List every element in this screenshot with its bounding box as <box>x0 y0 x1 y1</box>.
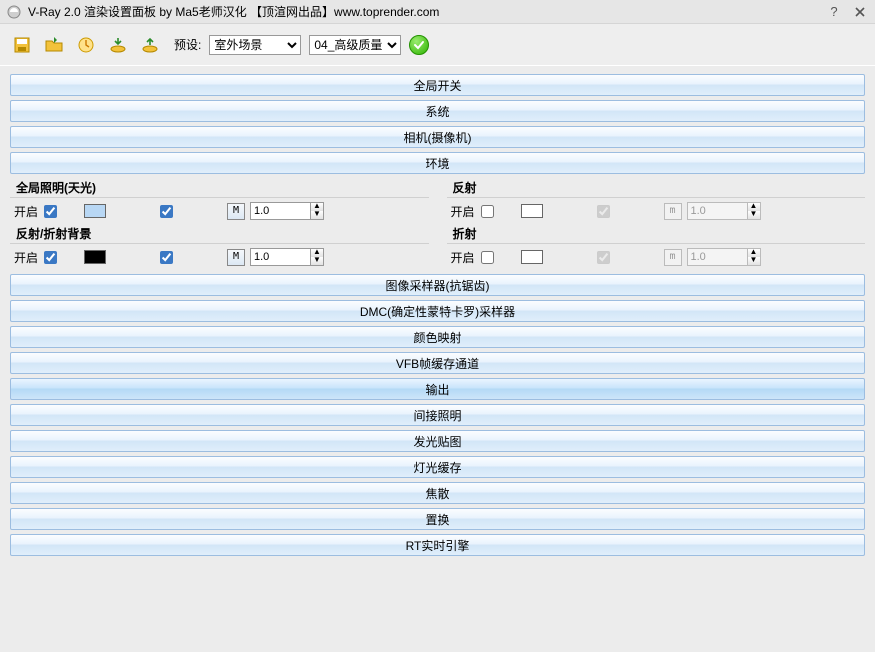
section-dmc[interactable]: DMC(确定性蒙特卡罗)采样器 <box>10 300 865 322</box>
env-bg-title: 反射/折射背景 <box>10 224 429 244</box>
app-icon <box>6 4 22 20</box>
environment-panel: 全局照明(天光) 开启 M ▲▼ 反射 开启 <box>10 178 865 270</box>
env-refl-enable-checkbox[interactable] <box>481 205 494 218</box>
env-gi-title: 全局照明(天光) <box>10 178 429 198</box>
save-button[interactable] <box>10 33 34 57</box>
open-button[interactable] <box>42 33 66 57</box>
section-irradiance[interactable]: 发光贴图 <box>10 430 865 452</box>
env-gi-block: 全局照明(天光) 开启 M ▲▼ <box>10 178 429 224</box>
section-system[interactable]: 系统 <box>10 100 865 122</box>
env-refl-map-on-checkbox <box>597 205 610 218</box>
env-bg-multiplier[interactable]: ▲▼ <box>250 248 324 266</box>
content-area: 全局开关 系统 相机(摄像机) 环境 全局照明(天光) 开启 M ▲▼ 反射 <box>0 66 875 566</box>
disc-down-icon <box>109 36 127 54</box>
folder-open-icon <box>44 36 64 54</box>
section-output[interactable]: 输出 <box>10 378 865 400</box>
env-refl-color-swatch[interactable] <box>521 204 543 218</box>
apply-preset-button[interactable] <box>409 35 429 55</box>
section-indirect[interactable]: 间接照明 <box>10 404 865 426</box>
env-refl-multiplier: ▲▼ <box>687 202 761 220</box>
env-refr-map-button: m <box>664 249 682 266</box>
env-refr-map-on-checkbox <box>597 251 610 264</box>
section-global-switches[interactable]: 全局开关 <box>10 74 865 96</box>
preset-quality-select[interactable]: 04_高级质量 <box>309 35 401 55</box>
env-gi-enable-label: 开启 <box>14 203 42 220</box>
window-title: V-Ray 2.0 渲染设置面板 by Ma5老师汉化 【顶渲网出品】www.t… <box>28 3 439 20</box>
env-bg-block: 反射/折射背景 开启 M ▲▼ <box>10 224 429 270</box>
env-gi-enable-checkbox[interactable] <box>44 205 57 218</box>
section-caustics[interactable]: 焦散 <box>10 482 865 504</box>
help-button[interactable]: ? <box>825 3 843 21</box>
env-bg-color-swatch[interactable] <box>84 250 106 264</box>
import-button[interactable] <box>106 33 130 57</box>
section-camera[interactable]: 相机(摄像机) <box>10 126 865 148</box>
env-bg-map-on-checkbox[interactable] <box>160 251 173 264</box>
env-gi-map-on-checkbox[interactable] <box>160 205 173 218</box>
export-button[interactable] <box>138 33 162 57</box>
section-environment[interactable]: 环境 <box>10 152 865 174</box>
env-refr-title: 折射 <box>447 224 866 244</box>
toolbar: 预设: 室外场景 04_高级质量 <box>0 24 875 66</box>
section-rt[interactable]: RT实时引擎 <box>10 534 865 556</box>
env-refl-block: 反射 开启 m ▲▼ <box>447 178 866 224</box>
preset-label: 预设: <box>174 36 201 53</box>
env-refr-color-swatch[interactable] <box>521 250 543 264</box>
env-refl-map-button: m <box>664 203 682 220</box>
section-displacement[interactable]: 置换 <box>10 508 865 530</box>
section-image-sampler[interactable]: 图像采样器(抗锯齿) <box>10 274 865 296</box>
titlebar: V-Ray 2.0 渲染设置面板 by Ma5老师汉化 【顶渲网出品】www.t… <box>0 0 875 24</box>
env-gi-map-button[interactable]: M <box>227 203 245 220</box>
env-refr-multiplier: ▲▼ <box>687 248 761 266</box>
check-icon <box>413 39 425 51</box>
section-vfb[interactable]: VFB帧缓存通道 <box>10 352 865 374</box>
history-button[interactable] <box>74 33 98 57</box>
disc-up-icon <box>141 36 159 54</box>
section-lightcache[interactable]: 灯光缓存 <box>10 456 865 478</box>
env-refr-enable-label: 开启 <box>451 249 479 266</box>
section-color-mapping[interactable]: 颜色映射 <box>10 326 865 348</box>
env-bg-enable-checkbox[interactable] <box>44 251 57 264</box>
env-refl-title: 反射 <box>447 178 866 198</box>
env-refl-enable-label: 开启 <box>451 203 479 220</box>
close-button[interactable] <box>851 3 869 21</box>
env-bg-map-button[interactable]: M <box>227 249 245 266</box>
floppy-icon <box>13 36 31 54</box>
env-gi-color-swatch[interactable] <box>84 204 106 218</box>
env-gi-multiplier[interactable]: ▲▼ <box>250 202 324 220</box>
preset-category-select[interactable]: 室外场景 <box>209 35 301 55</box>
env-refr-enable-checkbox[interactable] <box>481 251 494 264</box>
clock-icon <box>77 36 95 54</box>
env-refr-block: 折射 开启 m ▲▼ <box>447 224 866 270</box>
env-bg-enable-label: 开启 <box>14 249 42 266</box>
